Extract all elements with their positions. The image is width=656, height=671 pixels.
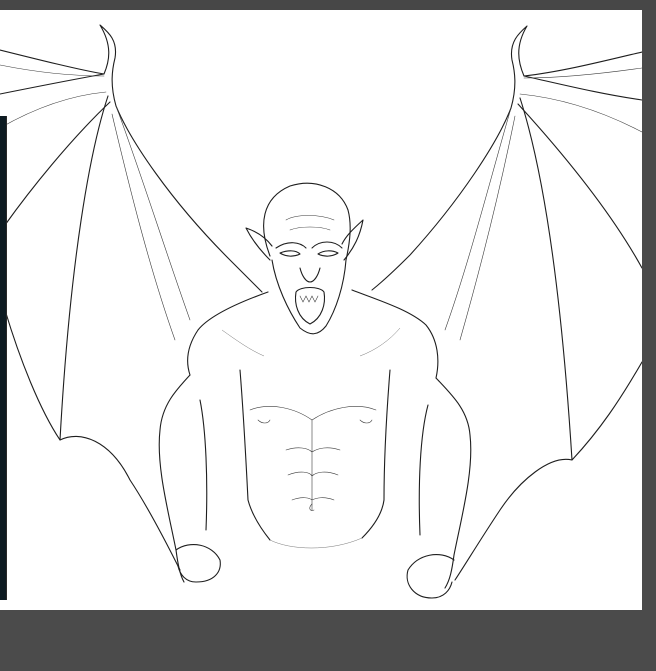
right-arm-outer (435, 377, 472, 589)
right-arm-inner (418, 404, 429, 536)
top-workspace-margin (0, 0, 656, 10)
nose (299, 267, 321, 283)
left-arm-outer (158, 374, 191, 583)
abs (285, 419, 341, 511)
left-shoulder (187, 291, 269, 376)
right-fist (406, 554, 455, 599)
right-wing-finger-2 (517, 103, 642, 269)
right-ear (341, 219, 364, 261)
bottom-workspace-panel (0, 610, 656, 671)
left-eye (279, 250, 301, 257)
right-workspace-margin (642, 10, 656, 610)
right-wing-top-bone (371, 25, 642, 291)
right-eye (317, 250, 339, 257)
creature-body (158, 289, 472, 599)
left-wing-membrane-edge (4, 309, 181, 571)
right-wing-finger-1 (519, 97, 573, 461)
right-wing (371, 25, 642, 581)
right-shoulder (351, 289, 439, 379)
torso-left-side (239, 369, 271, 541)
collapsed-side-panel[interactable] (0, 116, 7, 600)
chest-line (249, 406, 377, 421)
right-wing-membrane-edge (454, 361, 642, 581)
line-art-drawing (0, 24, 642, 599)
left-wing-top-bone (0, 24, 263, 293)
left-ear (245, 227, 273, 261)
open-mouth (294, 286, 326, 325)
left-wing-finger-2 (4, 101, 111, 226)
torso-right-side (361, 369, 391, 539)
right-wing-arm (523, 75, 642, 101)
document-canvas[interactable] (0, 10, 642, 610)
jaw (271, 259, 347, 335)
canvas-workspace[interactable] (0, 0, 656, 671)
left-arm-inner (199, 399, 208, 531)
left-wing-arm (0, 73, 105, 95)
brow (275, 241, 343, 249)
left-fist (175, 544, 221, 583)
creature-head (245, 182, 364, 335)
left-wing (0, 24, 263, 571)
head-outline (263, 182, 351, 261)
